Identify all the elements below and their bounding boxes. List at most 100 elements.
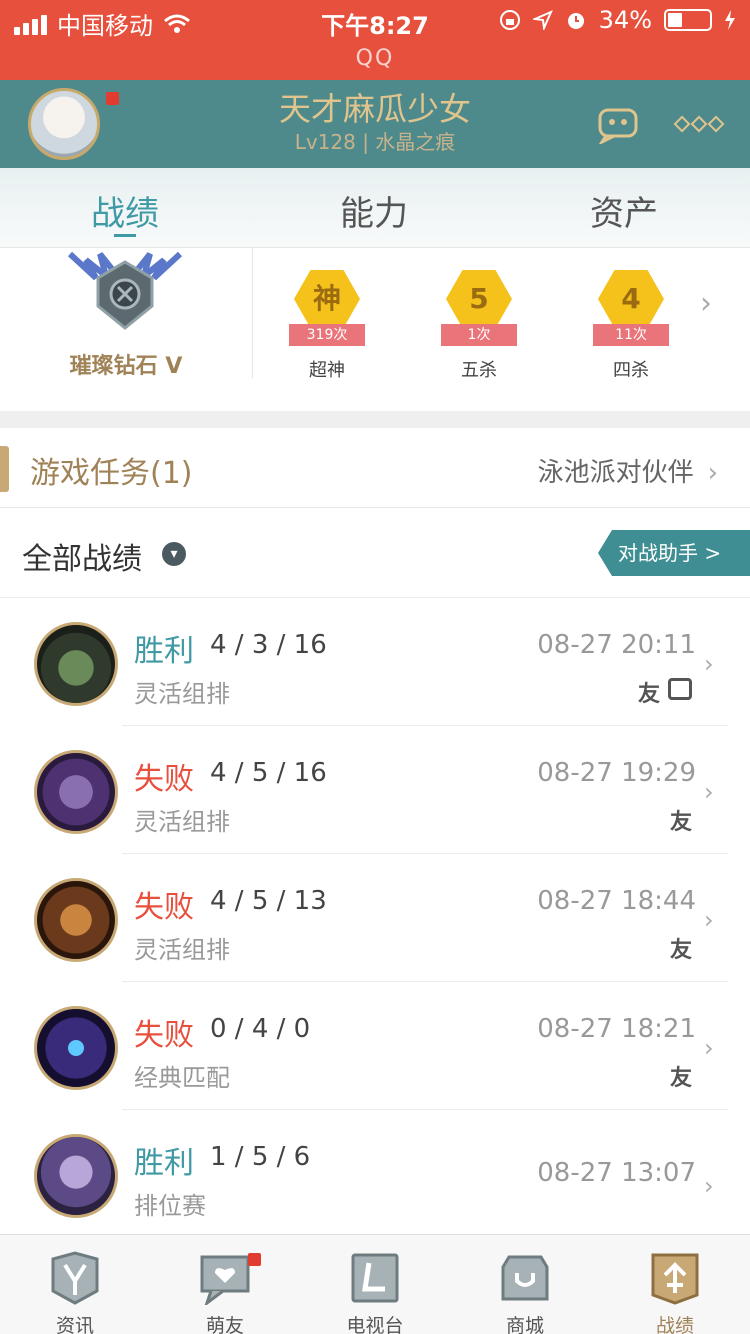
match-time: 08-27 18:21 — [537, 1014, 696, 1044]
tv-icon — [351, 1253, 399, 1303]
nav-friends[interactable]: 萌友 — [150, 1235, 300, 1334]
match-row[interactable]: 失败 0 / 4 / 0 经典匹配 08-27 18:21 › 友 — [0, 982, 750, 1110]
champion-avatar — [34, 1006, 118, 1090]
stats-divider — [252, 248, 253, 378]
champion-avatar — [34, 1134, 118, 1218]
friend-tag: 友 — [669, 938, 692, 963]
match-time: 08-27 18:44 — [537, 886, 696, 916]
match-tags: 友 — [638, 676, 692, 708]
chevron-right-icon: › — [704, 906, 714, 934]
badge-legendary: 神 319次 超神 — [277, 270, 377, 382]
news-icon — [51, 1251, 99, 1305]
nav-records[interactable]: 战绩 — [600, 1235, 750, 1334]
alarm-icon — [567, 13, 584, 29]
match-row[interactable]: 失败 4 / 5 / 13 灵活组排 08-27 18:44 › 友 — [0, 854, 750, 982]
tab-bar: 战绩 能力 资产 — [0, 168, 750, 248]
quest-accent-bar — [0, 446, 9, 492]
nav-news[interactable]: 资讯 — [0, 1235, 150, 1334]
friend-tag: 友 — [637, 682, 660, 707]
match-kda: 1 / 5 / 6 — [210, 1142, 311, 1172]
match-result: 胜利 — [134, 634, 194, 669]
champion-avatar — [34, 878, 118, 962]
match-tags: 友 — [670, 932, 692, 964]
match-tags: 友 — [670, 804, 692, 836]
match-tags: 友 — [670, 1060, 692, 1092]
tab-underline — [114, 234, 136, 237]
status-bar: 中国移动 下午8:27 34% QQ — [0, 0, 750, 80]
quest-title: 游戏任务(1) — [30, 456, 193, 491]
match-kda: 4 / 5 / 16 — [210, 758, 327, 788]
quadrakill-hex-icon: 4 — [598, 270, 664, 328]
friend-tag: 友 — [669, 810, 692, 835]
badge-count: 11次 — [593, 324, 669, 346]
battle-assistant-button[interactable]: 对战助手 > — [598, 530, 750, 576]
video-icon — [668, 678, 692, 700]
badge-label: 五杀 — [461, 360, 497, 381]
quest-link[interactable]: 泳池派对伙伴 › — [538, 452, 718, 489]
match-mode: 灵活组排 — [134, 808, 230, 836]
legendary-hex-icon: 神 — [294, 270, 360, 328]
champion-avatar — [34, 750, 118, 834]
match-result: 胜利 — [134, 1146, 194, 1181]
more-icon[interactable] — [673, 115, 725, 133]
champion-avatar — [34, 622, 118, 706]
match-kda: 4 / 3 / 16 — [210, 630, 327, 660]
match-row[interactable]: 胜利 4 / 3 / 16 灵活组排 08-27 20:11 › 友 — [0, 598, 750, 726]
record-icon — [651, 1253, 699, 1305]
match-result: 失败 — [134, 1018, 194, 1053]
app-name: QQ — [355, 46, 395, 71]
match-mode: 灵活组排 — [134, 680, 230, 708]
matches-filter-title[interactable]: 全部战绩 — [22, 534, 142, 578]
badge-label: 四杀 — [613, 360, 649, 381]
match-kda: 0 / 4 / 0 — [210, 1014, 311, 1044]
profile-bar: 天才麻瓜少女 Lv128 | 水晶之痕 — [0, 80, 750, 168]
chevron-right-icon: › — [704, 1034, 714, 1062]
battery-icon — [664, 9, 712, 31]
match-result: 失败 — [134, 762, 194, 797]
chevron-right-icon[interactable]: › — [700, 286, 712, 321]
friends-icon — [200, 1255, 250, 1308]
badge-count: 319次 — [289, 324, 365, 346]
chevron-right-icon: › — [707, 458, 718, 488]
badge-quadrakill: 4 11次 四杀 — [581, 270, 681, 382]
store-icon — [501, 1255, 549, 1301]
nav-tv[interactable]: 电视台 — [300, 1235, 450, 1334]
nav-label: 资讯 — [55, 1315, 94, 1334]
chevron-right-icon: › — [704, 1172, 714, 1200]
chevron-right-icon: › — [704, 650, 714, 678]
tab-records[interactable]: 战绩 — [25, 186, 225, 235]
match-row[interactable]: 失败 4 / 5 / 16 灵活组排 08-27 19:29 › 友 — [0, 726, 750, 854]
status-right: 34% — [499, 6, 736, 34]
chat-icon[interactable] — [596, 104, 642, 144]
chevron-right-icon: › — [704, 778, 714, 806]
rank-name: 璀璨钻石 V — [69, 354, 183, 379]
match-mode: 灵活组排 — [134, 936, 230, 964]
tab-ability[interactable]: 能力 — [274, 186, 474, 235]
nav-store[interactable]: 商城 — [450, 1235, 600, 1334]
rotation-lock-icon — [499, 10, 520, 30]
quest-row[interactable]: 游戏任务(1) 泳池派对伙伴 › — [0, 428, 750, 508]
nav-label: 商城 — [505, 1315, 544, 1334]
badge-count: 1次 — [441, 324, 517, 346]
match-time: 08-27 20:11 — [537, 630, 696, 660]
match-row[interactable]: 胜利 1 / 5 / 6 排位赛 08-27 13:07 › — [0, 1110, 750, 1234]
match-time: 08-27 19:29 — [537, 758, 696, 788]
match-list: 胜利 4 / 3 / 16 灵活组排 08-27 20:11 › 友 失败 4 … — [0, 598, 750, 1234]
battery-percent: 34% — [598, 6, 652, 34]
charging-icon — [725, 10, 735, 30]
match-kda: 4 / 5 / 13 — [210, 886, 327, 916]
notification-badge — [248, 1253, 261, 1266]
nav-label: 电视台 — [346, 1315, 404, 1334]
badge-label: 超神 — [309, 360, 345, 381]
quest-link-text: 泳池派对伙伴 — [537, 458, 694, 488]
match-mode: 排位赛 — [134, 1192, 206, 1220]
nav-label: 战绩 — [655, 1315, 694, 1334]
location-icon — [532, 10, 553, 30]
pentakill-hex-icon: 5 — [446, 270, 512, 328]
tab-assets[interactable]: 资产 — [524, 186, 724, 235]
bottom-nav: 资讯 萌友 电视台 商城 战绩 — [0, 1234, 750, 1334]
stats-panel[interactable]: 璀璨钻石 V 神 319次 超神 5 1次 五杀 4 11次 四杀 › — [0, 248, 750, 411]
nav-label: 萌友 — [205, 1315, 244, 1334]
dropdown-icon[interactable]: ▾ — [162, 542, 186, 566]
badge-pentakill: 5 1次 五杀 — [429, 270, 529, 382]
